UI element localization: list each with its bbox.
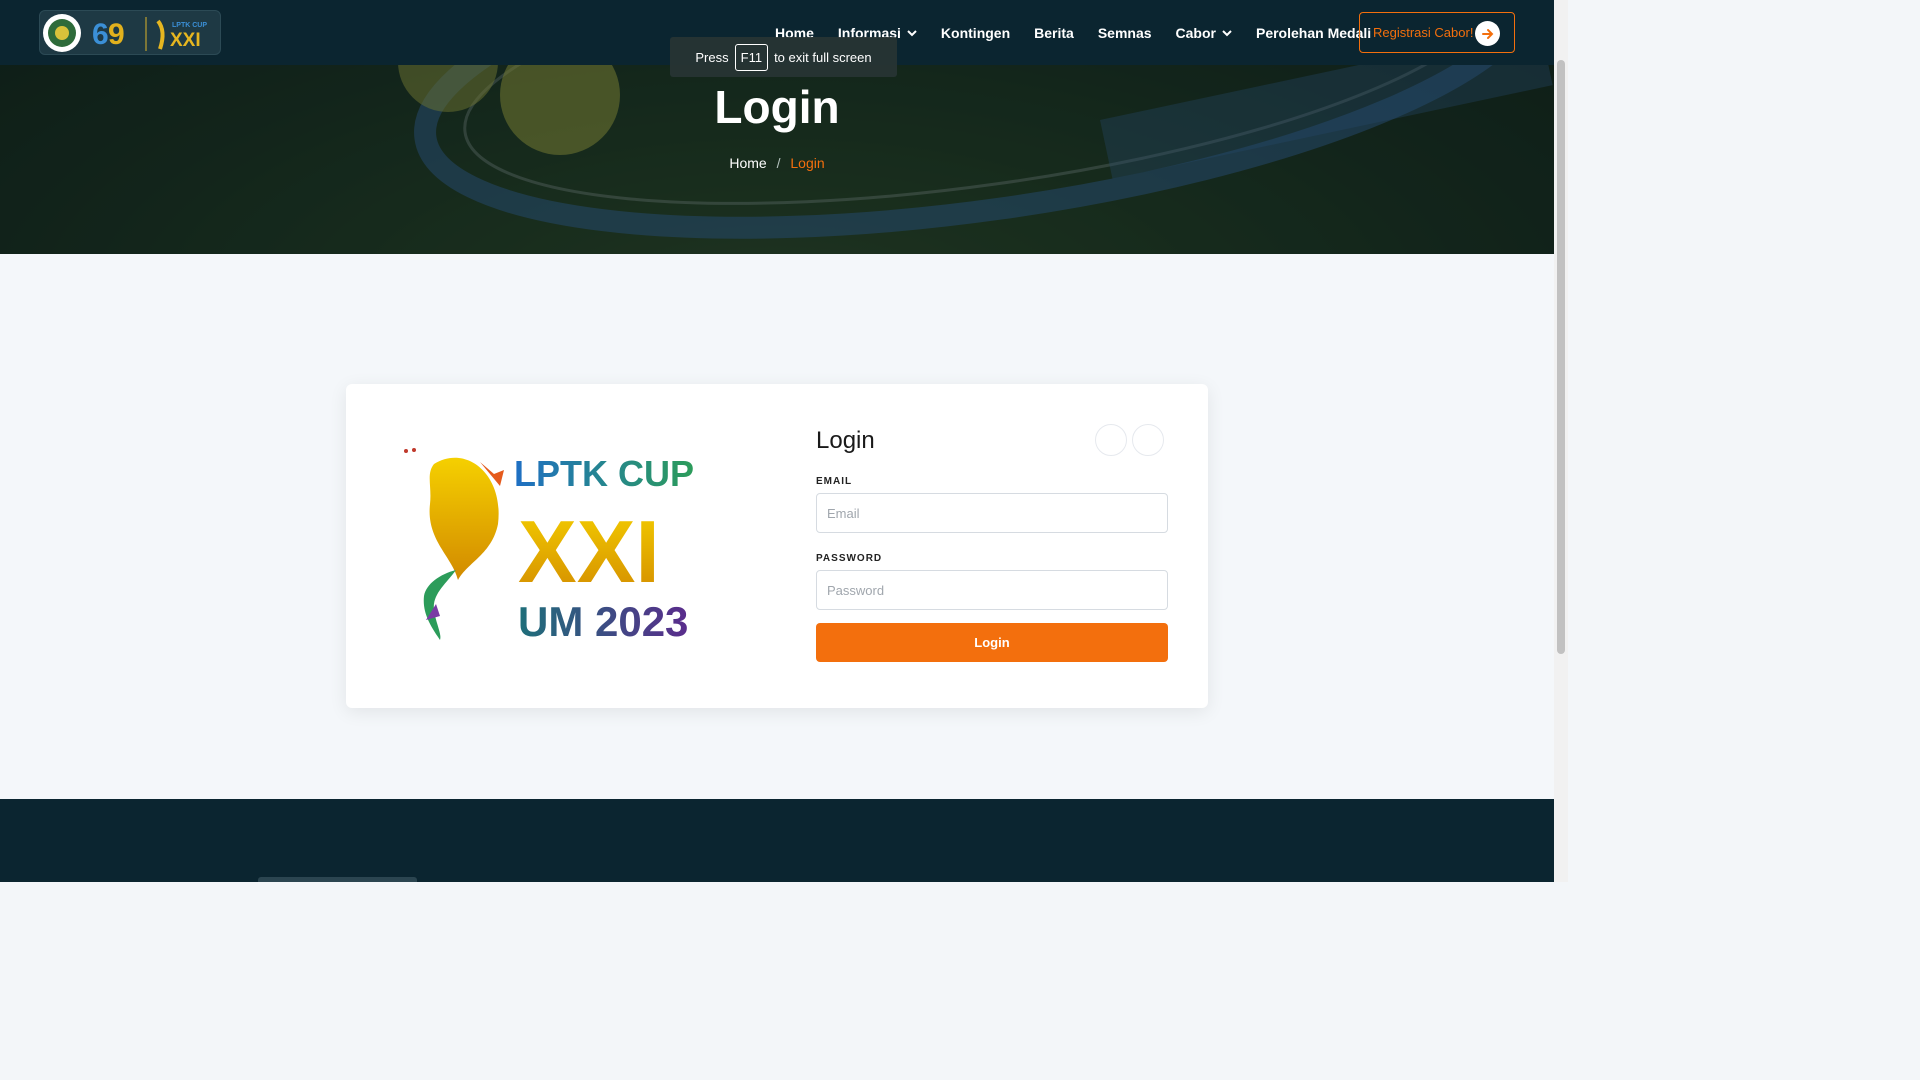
password-label: PASSWORD	[816, 553, 883, 564]
arrow-right-icon	[1475, 21, 1500, 46]
login-card: LPTK CUP XXI UM 2023 Login EMAIL PASSWOR…	[346, 384, 1208, 708]
nav-perolehan-medali-label: Perolehan Medali	[1255, 24, 1372, 41]
logo-emblems-icon: 6 9 LPTK CUP XXI	[43, 14, 207, 52]
breadcrumb: Home / Login	[0, 155, 1554, 171]
nav-semnas[interactable]: Semnas	[1098, 25, 1152, 41]
nav-kontingen[interactable]: Kontingen	[941, 25, 1010, 41]
nav-kontingen-label: Kontingen	[940, 24, 1011, 41]
nav-semnas-label: Semnas	[1097, 24, 1152, 41]
password-field[interactable]	[816, 570, 1168, 610]
toast-suffix-text: to exit full screen	[774, 49, 872, 65]
svg-text:LPTK CUP: LPTK CUP	[172, 22, 207, 29]
footer	[0, 799, 1554, 882]
svg-text:9: 9	[108, 18, 125, 51]
social-login-icon[interactable]	[1132, 424, 1164, 456]
login-form: Login EMAIL PASSWORD Login	[816, 424, 1168, 662]
nav-berita-label: Berita	[1034, 24, 1074, 41]
chevron-down-icon	[907, 29, 917, 36]
email-label: EMAIL	[816, 476, 853, 487]
breadcrumb-separator: /	[776, 155, 781, 171]
nav-berita[interactable]: Berita	[1034, 25, 1074, 41]
event-logo: LPTK CUP XXI UM 2023	[396, 444, 736, 645]
chevron-down-icon	[1222, 29, 1232, 36]
scrollbar-thumb[interactable]	[1557, 60, 1565, 654]
email-field[interactable]	[816, 493, 1168, 533]
nav-perolehan-medali[interactable]: Perolehan Medali	[1256, 25, 1371, 41]
register-cabor-label: Registrasi Cabor!	[1373, 25, 1474, 40]
breadcrumb-current: Login	[790, 155, 825, 171]
nav-cabor-label: Cabor	[1175, 24, 1216, 41]
social-login-icon[interactable]	[1095, 424, 1127, 456]
page-title: Login	[714, 81, 840, 133]
fullscreen-toast: Press F11 to exit full screen	[670, 37, 897, 77]
event-logo-line1: LPTK CUP	[514, 453, 694, 494]
main-content: LPTK CUP XXI UM 2023 Login EMAIL PASSWOR…	[0, 254, 1554, 799]
torch-icon: LPTK CUP XXI UM 2023	[404, 448, 694, 645]
toast-key: F11	[734, 43, 769, 71]
footer-element	[258, 877, 417, 882]
site-logo[interactable]: 6 9 LPTK CUP XXI	[39, 10, 221, 55]
register-cabor-button[interactable]: Registrasi Cabor!	[1359, 12, 1515, 53]
breadcrumb-home-link[interactable]: Home	[729, 155, 766, 171]
nav-cabor[interactable]: Cabor	[1176, 25, 1232, 41]
svg-text:XXI: XXI	[170, 30, 201, 51]
event-logo-line2: XXI	[518, 502, 660, 601]
page-scrollbar[interactable]	[1554, 0, 1568, 882]
svg-text:6: 6	[92, 18, 109, 51]
event-logo-line3: UM 2023	[518, 598, 688, 644]
login-button[interactable]: Login	[816, 623, 1168, 662]
toast-press-text: Press	[695, 49, 729, 65]
